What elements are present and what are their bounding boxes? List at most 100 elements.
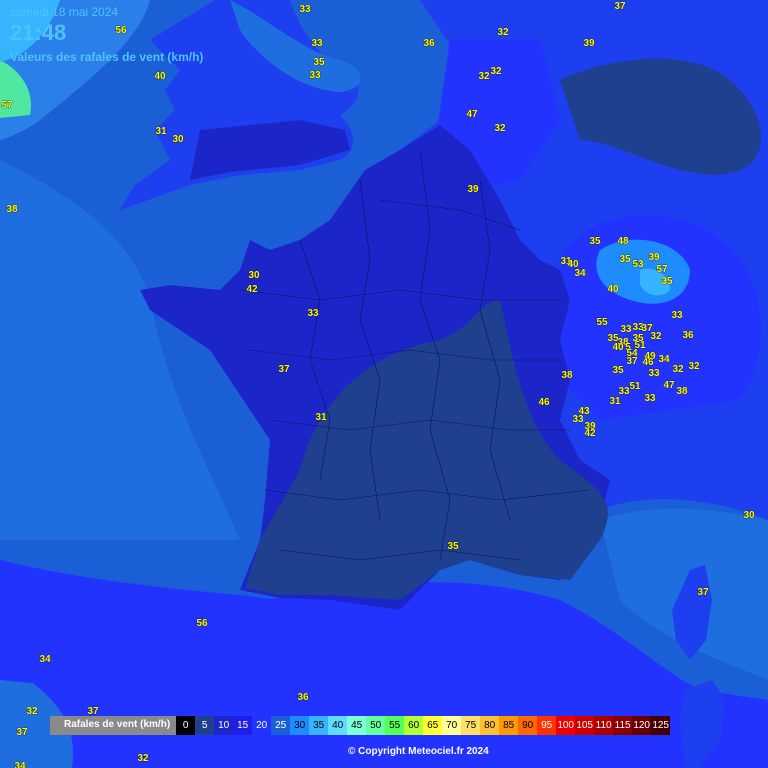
legend-swatch: 95	[537, 716, 557, 735]
legend-swatch: 0	[176, 716, 196, 735]
station-value: 34	[574, 268, 586, 279]
station-value: 33	[311, 38, 323, 49]
station-value: 33	[648, 368, 660, 379]
legend-swatch: 100	[556, 716, 576, 735]
station-value: 39	[648, 252, 660, 263]
map-time: 21:48	[10, 20, 67, 45]
station-value: 37	[16, 727, 28, 738]
station-value: 37	[697, 587, 709, 598]
station-value: 38	[561, 370, 573, 381]
station-value: 56	[115, 25, 127, 36]
station-value: 32	[478, 71, 490, 82]
station-value: 32	[490, 66, 502, 77]
station-value: 32	[494, 123, 506, 134]
station-value: 30	[172, 134, 184, 145]
map-subtitle: Valeurs des rafales de vent (km/h)	[10, 50, 204, 64]
station-value: 46	[538, 397, 550, 408]
station-value: 36	[682, 330, 694, 341]
station-value: 56	[196, 618, 208, 629]
color-legend: Rafales de vent (km/h) 0 5 10 15 20 25 30 35 40 4…	[50, 716, 671, 735]
station-value: 34	[658, 354, 670, 365]
legend-title: Rafales de vent (km/h)	[64, 719, 171, 730]
station-value: 34	[39, 654, 51, 665]
station-value: 48	[617, 236, 629, 247]
station-value: 33	[309, 70, 321, 81]
station-value: 33	[307, 308, 319, 319]
legend-swatch: 125	[651, 716, 671, 735]
station-value: 31	[155, 126, 167, 137]
station-value: 35	[632, 333, 644, 344]
station-value: 37	[614, 1, 626, 12]
station-value: 57	[1, 100, 13, 111]
station-value: 36	[297, 692, 309, 703]
legend-swatch: 10	[214, 716, 234, 735]
station-value: 32	[497, 27, 509, 38]
station-value: 33	[572, 414, 584, 425]
station-value: 51	[629, 381, 641, 392]
station-value: 46	[642, 357, 654, 368]
station-value: 32	[137, 753, 149, 764]
station-value: 32	[26, 706, 38, 717]
station-value: 53	[632, 259, 644, 270]
station-value: 33	[671, 310, 683, 321]
station-value: 42	[246, 284, 258, 295]
legend-swatch: 115	[613, 716, 633, 735]
station-value: 39	[583, 38, 595, 49]
map-date: samedi 18 mai 2024	[10, 5, 119, 19]
station-value: 30	[743, 510, 755, 521]
station-value: 38	[6, 204, 18, 215]
station-value: 35	[612, 365, 624, 376]
station-value: 32	[672, 364, 684, 375]
station-value: 55	[596, 317, 608, 328]
station-value: 35	[661, 276, 673, 287]
station-value: 40	[607, 284, 619, 295]
station-value: 33	[644, 393, 656, 404]
station-value: 30	[248, 270, 260, 281]
station-value: 33	[620, 324, 632, 335]
legend-swatch: 35	[309, 716, 329, 735]
legend-swatch: 5	[195, 716, 215, 735]
legend-swatch: 70	[442, 716, 462, 735]
legend-swatch: 110	[594, 716, 614, 735]
legend-swatch: 90	[518, 716, 538, 735]
legend-swatch: 25	[271, 716, 291, 735]
station-value: 57	[656, 264, 668, 275]
station-value: 42	[584, 428, 596, 439]
station-value: 35	[313, 57, 325, 68]
legend-swatch: 60	[404, 716, 424, 735]
legend-swatch: 55	[385, 716, 405, 735]
station-value: 31	[315, 412, 327, 423]
station-value: 39	[467, 184, 479, 195]
station-value: 31	[609, 396, 621, 407]
station-value: 34	[14, 761, 26, 768]
station-value: 35	[447, 541, 459, 552]
station-value: 37	[278, 364, 290, 375]
station-value: 40	[154, 71, 166, 82]
legend-swatch: 15	[233, 716, 253, 735]
station-value: 36	[423, 38, 435, 49]
station-value: 37	[626, 356, 638, 367]
legend-swatch: 105	[575, 716, 595, 735]
station-value: 32	[650, 331, 662, 342]
station-value: 35	[619, 254, 631, 265]
copyright-text: © Copyright Meteociel.fr 2024	[348, 746, 489, 757]
station-value: 47	[466, 109, 478, 120]
legend-swatch: 75	[461, 716, 481, 735]
legend-steps: 0 5 10 15 20 25 30 35 40 45 50 55 60 65 70 75 80 85 90 95 10…	[176, 716, 671, 735]
legend-swatch: 120	[632, 716, 652, 735]
legend-swatch: 40	[328, 716, 348, 735]
legend-swatch: 80	[480, 716, 500, 735]
station-value: 40	[612, 342, 624, 353]
legend-swatch: 30	[290, 716, 310, 735]
legend-swatch: 85	[499, 716, 519, 735]
legend-swatch: 20	[252, 716, 272, 735]
legend-swatch: 65	[423, 716, 443, 735]
station-value: 33	[299, 4, 311, 15]
legend-swatch: 45	[347, 716, 367, 735]
station-value: 35	[589, 236, 601, 247]
station-value: 38	[676, 386, 688, 397]
wind-gust-map: 56405731303833333533363232 32473237393935…	[0, 0, 768, 768]
legend-swatch: 50	[366, 716, 386, 735]
station-value: 32	[688, 361, 700, 372]
station-value: 47	[663, 380, 675, 391]
